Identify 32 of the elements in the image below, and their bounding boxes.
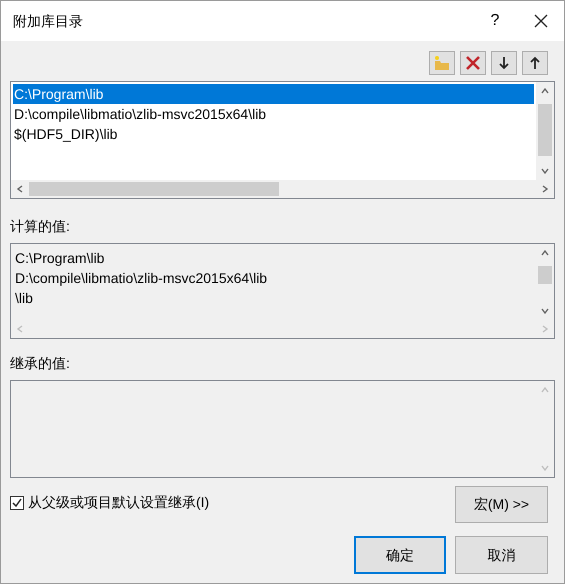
- delete-button[interactable]: [460, 51, 486, 75]
- computed-values-label: 计算的值:: [10, 217, 71, 236]
- scrollbar-thumb[interactable]: [29, 182, 279, 196]
- scroll-up-icon[interactable]: [540, 248, 550, 258]
- scroll-left-icon[interactable]: [15, 184, 25, 194]
- inherited-values-label: 继承的值:: [10, 354, 71, 373]
- directory-item[interactable]: C:\Program\lib: [13, 84, 534, 104]
- scroll-up-icon[interactable]: [540, 86, 550, 96]
- directory-item[interactable]: D:\compile\libmatio\zlib-msvc2015x64\lib: [13, 104, 534, 124]
- folder-icon: [433, 55, 451, 71]
- ok-button[interactable]: 确定: [354, 536, 446, 574]
- scroll-down-icon[interactable]: [540, 306, 550, 316]
- move-up-button[interactable]: [522, 51, 548, 75]
- checkbox-label: 从父级或项目默认设置继承(I): [28, 493, 210, 512]
- scroll-down-icon[interactable]: [540, 166, 550, 176]
- move-down-button[interactable]: [491, 51, 517, 75]
- window-title: 附加库目录: [13, 12, 84, 30]
- arrow-down-icon: [498, 56, 510, 70]
- help-button[interactable]: ?: [472, 1, 518, 41]
- scroll-right-icon[interactable]: [540, 184, 550, 194]
- macros-button[interactable]: 宏(M) >>: [455, 486, 548, 523]
- directory-item[interactable]: $(HDF5_DIR)\lib: [13, 124, 534, 144]
- arrow-up-icon: [529, 56, 541, 70]
- close-icon: [534, 14, 548, 28]
- scrollbar-thumb[interactable]: [538, 104, 552, 156]
- computed-value-line: D:\compile\libmatio\zlib-msvc2015x64\lib: [15, 269, 268, 288]
- computed-value-line: \lib: [15, 289, 33, 308]
- scrollbar-thumb[interactable]: [538, 266, 552, 284]
- computed-value-line: C:\Program\lib: [15, 249, 104, 268]
- cancel-button[interactable]: 取消: [455, 536, 548, 574]
- inherit-checkbox[interactable]: [10, 496, 24, 510]
- delete-icon: [465, 55, 481, 71]
